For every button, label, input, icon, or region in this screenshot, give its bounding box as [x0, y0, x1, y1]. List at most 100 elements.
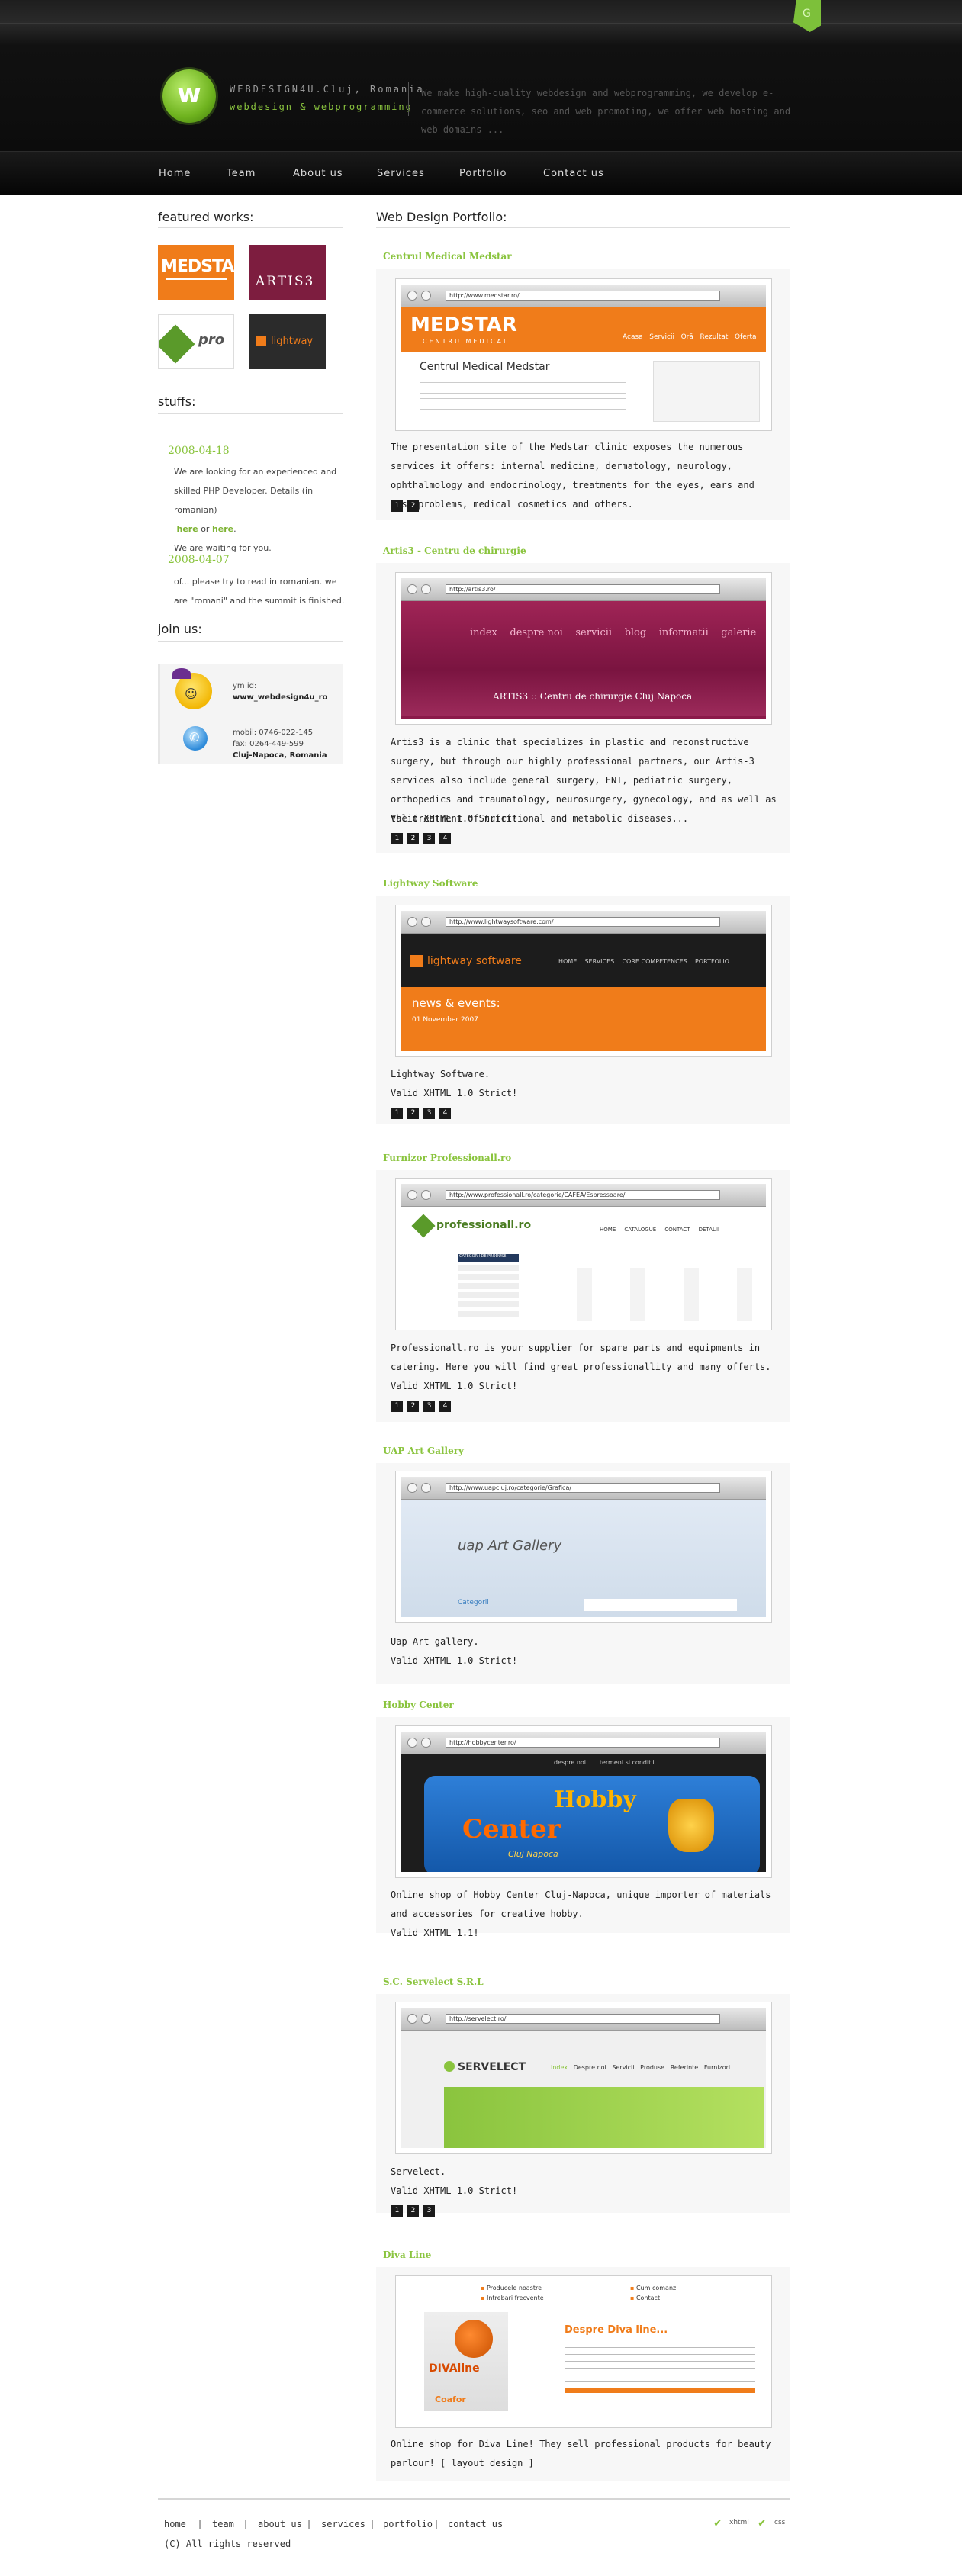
- featured-thumb-medstar[interactable]: MEDSTAR: [158, 245, 234, 300]
- footer-link-contact-us[interactable]: contact us: [448, 2519, 503, 2529]
- page-button[interactable]: 1: [391, 500, 403, 512]
- prof-sidebar-header: CATEGORII DE PRODUSE: [458, 1254, 519, 1262]
- nav-services[interactable]: Services: [377, 168, 425, 179]
- page-button[interactable]: 2: [407, 833, 419, 844]
- featured-thumb-pro[interactable]: pro: [158, 314, 234, 369]
- nav-home[interactable]: Home: [159, 168, 191, 179]
- diva-sub: Coafor: [435, 2394, 466, 2404]
- corner-tag[interactable]: G: [793, 0, 821, 32]
- forward-icon: [421, 917, 431, 927]
- servelect-site: http://servelect.ro/ SERVELECT Index Des…: [401, 2008, 766, 2148]
- nav-contact-us[interactable]: Contact us: [543, 168, 604, 179]
- hobby-nav-item: despre noi: [554, 1759, 587, 1766]
- project-title[interactable]: Lightway Software: [383, 878, 478, 889]
- thumb-lightway-icon: [256, 336, 266, 346]
- lightway-nav-item: HOME: [558, 958, 578, 965]
- project-screenshot[interactable]: http://www.uapcluj.ro/categorie/Grafica/…: [395, 1471, 772, 1623]
- lightway-nav-item: SERVICES: [584, 958, 615, 965]
- project-screenshot[interactable]: http://artis3.ro/ index despre noi servi…: [395, 572, 772, 725]
- project-title[interactable]: Furnizor Professionall.ro: [383, 1153, 511, 1163]
- messenger-icon[interactable]: ☺: [172, 668, 212, 709]
- hobby-nav: despre noi termeni si conditii: [554, 1759, 655, 1766]
- validity-note[interactable]: Valid XHTML 1.0 Strict!: [391, 1651, 781, 1671]
- diva-text-lines: [565, 2341, 755, 2382]
- ym-id[interactable]: www_webdesign4u_ro: [233, 693, 327, 703]
- project-title[interactable]: S.C. Servelect S.R.L: [383, 1976, 484, 1987]
- page-button[interactable]: 2: [407, 500, 419, 512]
- page-button[interactable]: 4: [439, 833, 451, 844]
- project-title[interactable]: Diva Line: [383, 2250, 431, 2260]
- page-button[interactable]: 1: [391, 1401, 403, 1412]
- project-screenshot[interactable]: http://www.lightwaysoftware.com/ lightwa…: [395, 905, 772, 1057]
- nav-team[interactable]: Team: [227, 168, 256, 179]
- page-button[interactable]: 1: [391, 1108, 403, 1119]
- hobby-brand-bottom: Center: [462, 1814, 561, 1844]
- page-button[interactable]: 1: [391, 833, 403, 844]
- medstar-nav-item: Oferta: [734, 333, 757, 341]
- prof-site: http://www.professionall.ro/categorie/CA…: [401, 1184, 766, 1324]
- hobby-site: http://hobbycenter.ro/ despre noi termen…: [401, 1732, 766, 1872]
- news-link-here[interactable]: here: [177, 524, 198, 534]
- footer-separator: |: [198, 2519, 202, 2529]
- thumb-pro-label: pro: [198, 332, 225, 348]
- forward-icon: [421, 584, 431, 594]
- project-screenshot[interactable]: http://servelect.ro/ SERVELECT Index Des…: [395, 2002, 772, 2154]
- footer-link-services[interactable]: services: [321, 2519, 365, 2529]
- footer-link-home[interactable]: home: [164, 2519, 186, 2529]
- page-button[interactable]: 3: [423, 1401, 435, 1412]
- logo[interactable]: w: [162, 69, 216, 123]
- page-button[interactable]: 2: [407, 2205, 419, 2217]
- featured-rule: [158, 227, 343, 228]
- project-title[interactable]: Centrul Medical Medstar: [383, 251, 512, 262]
- valid-xhtml-badge[interactable]: xhtml: [729, 2519, 749, 2526]
- page-button[interactable]: 3: [423, 1108, 435, 1119]
- lightway-nav: HOME SERVICES CORE COMPETENCES PORTFOLIO: [558, 958, 729, 965]
- nav-about-us[interactable]: About us: [293, 168, 343, 179]
- page-button[interactable]: 2: [407, 1401, 419, 1412]
- back-icon: [407, 1483, 417, 1493]
- medstar-nav-item: Acasa: [623, 333, 643, 341]
- validity-note[interactable]: Valid XHTML 1.0 Strict!: [391, 1377, 781, 1396]
- project-screenshot[interactable]: http://www.professionall.ro/categorie/CA…: [395, 1178, 772, 1330]
- page-button[interactable]: 4: [439, 1108, 451, 1119]
- valid-css-badge[interactable]: css: [774, 2519, 785, 2526]
- project-title[interactable]: Artis3 - Centru de chirurgie: [383, 545, 526, 556]
- project-screenshot[interactable]: http://www.medstar.ro/ MEDSTAR CENTRU ME…: [395, 278, 772, 431]
- page-button[interactable]: 3: [423, 2205, 435, 2217]
- page-button[interactable]: 3: [423, 833, 435, 844]
- page-button[interactable]: 2: [407, 1108, 419, 1119]
- artis-nav-item: index: [470, 627, 497, 638]
- news-end: .: [233, 524, 236, 534]
- footer-link-about-us[interactable]: about us: [258, 2519, 302, 2529]
- validity-note[interactable]: Valid XHTML 1.0 Strict!: [391, 809, 781, 828]
- featured-thumb-artis3[interactable]: ARTIS3: [249, 245, 326, 300]
- project-screenshot[interactable]: http://hobbycenter.ro/ despre noi termen…: [395, 1725, 772, 1878]
- validity-note[interactable]: Valid XHTML 1.1!: [391, 1924, 781, 1943]
- footer-separator: |: [307, 2519, 311, 2529]
- validity-note[interactable]: Valid XHTML 1.0 Strict!: [391, 1084, 781, 1103]
- forward-icon: [421, 1483, 431, 1493]
- prof-logo-icon: [411, 1214, 436, 1238]
- servelect-nav-item: Referinte: [670, 2064, 699, 2071]
- project-title[interactable]: Hobby Center: [383, 1700, 454, 1710]
- address-bar: http://www.lightwaysoftware.com/: [446, 917, 720, 927]
- project-title[interactable]: UAP Art Gallery: [383, 1446, 464, 1456]
- page-button[interactable]: 4: [439, 1401, 451, 1412]
- news-link-here-2[interactable]: here: [212, 524, 233, 534]
- footer-link-team[interactable]: team: [212, 2519, 234, 2529]
- footer-link-portfolio[interactable]: portfolio: [383, 2519, 433, 2529]
- servelect-nav-item: Index: [551, 2064, 568, 2071]
- forward-icon: [421, 1190, 431, 1200]
- uap-content: [584, 1599, 737, 1611]
- prof-logo: professionall.ro: [436, 1219, 532, 1231]
- featured-thumb-lightway[interactable]: lightway: [249, 314, 326, 369]
- nav-portfolio[interactable]: Portfolio: [459, 168, 507, 179]
- hobby-nav-item: termeni si conditii: [599, 1759, 655, 1766]
- project-description: Online shop of Hobby Center Cluj-Napoca,…: [391, 1889, 771, 1919]
- project-screenshot[interactable]: ▪ Producele noastre ▪ Intrebari frecvent…: [395, 2275, 772, 2428]
- address-bar: http://servelect.ro/: [446, 2014, 720, 2024]
- validity-note[interactable]: Valid XHTML 1.0 Strict!: [391, 2182, 781, 2201]
- project-pager: 1234: [391, 828, 455, 844]
- portfolio-rule: [376, 227, 790, 228]
- page-button[interactable]: 1: [391, 2205, 403, 2217]
